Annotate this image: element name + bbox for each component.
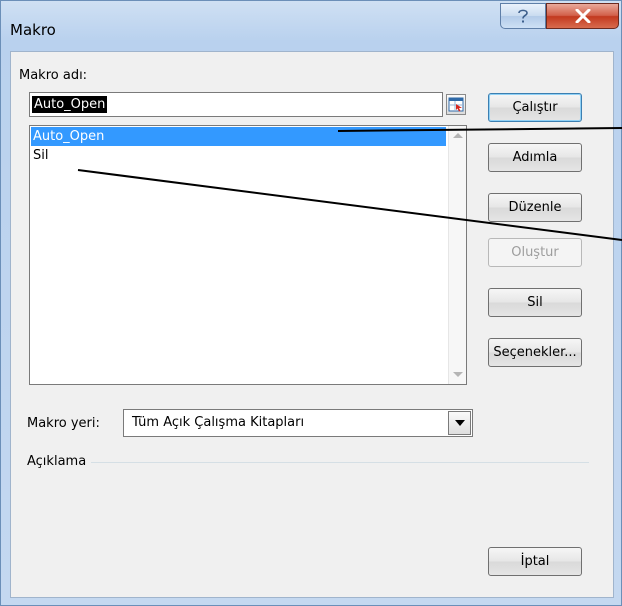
collapse-dialog-icon bbox=[448, 97, 464, 112]
help-icon bbox=[518, 9, 528, 23]
title-bar[interactable]: Makro bbox=[1, 1, 621, 51]
options-button[interactable]: Seçenekler... bbox=[488, 338, 582, 367]
list-item-auto-open[interactable]: Auto_Open bbox=[31, 127, 446, 146]
window-title: Makro bbox=[10, 21, 56, 39]
step-into-button[interactable]: Adımla bbox=[488, 143, 582, 172]
close-button[interactable] bbox=[546, 3, 619, 29]
scroll-up-arrow-icon[interactable] bbox=[453, 133, 463, 138]
description-group-line bbox=[91, 462, 589, 463]
scroll-down-arrow-icon[interactable] bbox=[453, 372, 463, 377]
cancel-button[interactable]: İptal bbox=[488, 547, 582, 576]
edit-button[interactable]: Düzenle bbox=[488, 193, 582, 222]
close-icon bbox=[575, 9, 590, 23]
help-button[interactable] bbox=[500, 3, 546, 29]
collapse-dialog-button[interactable] bbox=[446, 94, 466, 115]
macro-location-label: Makro yeri: bbox=[27, 416, 100, 431]
macro-location-select[interactable]: Tüm Açık Çalışma Kitapları bbox=[123, 409, 473, 437]
description-label: Açıklama bbox=[27, 454, 87, 469]
dialog-client-area: Makro adı: Auto_Open Auto_Open Sil Çalış… bbox=[10, 51, 614, 598]
macro-name-value: Auto_Open bbox=[32, 96, 108, 113]
macro-listbox[interactable]: Auto_Open Sil bbox=[29, 125, 467, 385]
macro-dialog: Makro Makro adı: Auto_Open Auto_Open Sil… bbox=[0, 0, 622, 606]
macro-name-label: Makro adı: bbox=[19, 68, 88, 83]
macro-name-input[interactable]: Auto_Open bbox=[29, 92, 443, 117]
delete-button[interactable]: Sil bbox=[488, 288, 582, 317]
macro-location-value: Tüm Açık Çalışma Kitapları bbox=[132, 415, 305, 430]
list-item-sil[interactable]: Sil bbox=[31, 146, 446, 165]
dropdown-button[interactable] bbox=[448, 411, 471, 435]
chevron-down-icon bbox=[455, 420, 465, 426]
list-scrollbar[interactable] bbox=[448, 126, 466, 384]
create-button[interactable]: Oluştur bbox=[488, 238, 582, 267]
run-button[interactable]: Çalıştır bbox=[488, 93, 582, 122]
